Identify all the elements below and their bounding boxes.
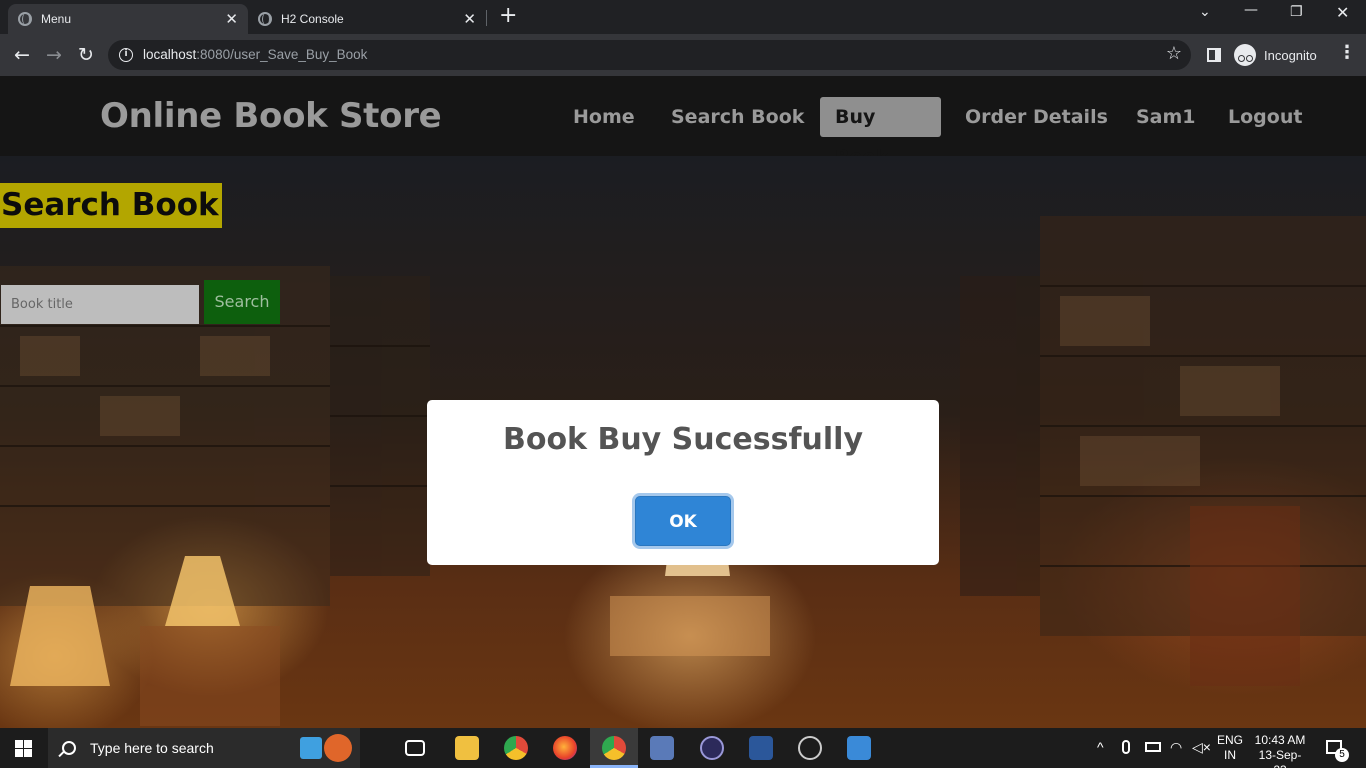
- back-arrow-icon[interactable]: ←: [9, 42, 35, 68]
- word-icon[interactable]: [749, 736, 773, 760]
- browser-toolbar: ← → ↻ i localhost:8080/user_Save_Buy_Boo…: [0, 34, 1366, 76]
- nav-logout[interactable]: Logout: [1213, 97, 1317, 137]
- nav-buy-book[interactable]: Buy Book: [820, 97, 941, 168]
- file-explorer-icon[interactable]: [455, 736, 479, 760]
- browser-tab-strip: Menu ✕ H2 Console ✕ + ⌄ — ❐ ✕: [0, 0, 1366, 34]
- firefox-icon[interactable]: [553, 736, 577, 760]
- ok-button[interactable]: OK: [635, 496, 731, 546]
- obs-icon[interactable]: [798, 736, 822, 760]
- url-path: :8080/user_Save_Buy_Book: [196, 47, 368, 62]
- close-icon[interactable]: ✕: [463, 12, 476, 27]
- profile-label: Incognito: [1264, 47, 1317, 63]
- nav-search-book[interactable]: Search Book: [656, 97, 819, 137]
- search-button[interactable]: Search: [204, 280, 280, 324]
- clock[interactable]: 10:43 AM 13-Sep-23: [1252, 733, 1308, 768]
- close-icon[interactable]: ✕: [225, 12, 238, 27]
- region-code: IN: [1224, 748, 1236, 762]
- bookmark-star-icon[interactable]: ☆: [1166, 43, 1182, 64]
- site-info-icon[interactable]: i: [119, 48, 133, 62]
- language-indicator[interactable]: ENG IN: [1217, 733, 1243, 768]
- globe-icon: [18, 12, 32, 26]
- chevron-down-icon[interactable]: ⌄: [1199, 4, 1211, 20]
- nav-home[interactable]: Home: [558, 97, 650, 137]
- web-page: Online Book Store Home Search Book Buy B…: [0, 76, 1366, 728]
- chrome-icon[interactable]: [504, 736, 528, 760]
- success-dialog: Book Buy Sucessfully OK: [427, 400, 939, 565]
- microphone-icon[interactable]: [1122, 740, 1130, 754]
- site-brand: Online Book Store: [100, 96, 442, 136]
- url-text: localhost:8080/user_Save_Buy_Book: [143, 47, 367, 62]
- photos-icon[interactable]: [847, 736, 871, 760]
- search-highlight-icon: [300, 737, 322, 759]
- search-icon: [62, 741, 76, 755]
- more-menu-icon[interactable]: ⋮: [1338, 42, 1356, 63]
- nav-user[interactable]: Sam1: [1121, 97, 1211, 137]
- forward-arrow-icon[interactable]: →: [41, 42, 67, 68]
- tab-title: H2 Console: [281, 12, 344, 26]
- tab-divider: [486, 10, 487, 26]
- battery-icon[interactable]: [1145, 742, 1161, 752]
- book-title-input[interactable]: [1, 285, 199, 324]
- tab-title: Menu: [41, 12, 72, 26]
- new-tab-icon[interactable]: +: [499, 5, 517, 27]
- dialog-message: Book Buy Sucessfully: [502, 422, 864, 457]
- language-code: ENG: [1217, 733, 1244, 747]
- eclipse-icon[interactable]: [700, 736, 724, 760]
- restore-icon[interactable]: ❐: [1290, 4, 1303, 20]
- network-app-icon[interactable]: [650, 736, 674, 760]
- address-bar[interactable]: i localhost:8080/user_Save_Buy_Book ☆: [108, 40, 1191, 70]
- library-background: Search Book Search Book Buy Sucessfully …: [0, 156, 1366, 728]
- task-view-icon[interactable]: [405, 740, 425, 756]
- tab-menu[interactable]: Menu ✕: [8, 4, 248, 34]
- globe-icon: [258, 12, 272, 26]
- incognito-icon: [1234, 44, 1256, 66]
- window-close-icon[interactable]: ✕: [1336, 3, 1349, 22]
- search-book-heading: Search Book: [0, 183, 222, 228]
- volume-muted-icon[interactable]: ◁×: [1192, 739, 1211, 768]
- nav-order-details[interactable]: Order Details: [950, 97, 1123, 137]
- windows-start-icon[interactable]: [15, 740, 32, 757]
- taskbar-search-box[interactable]: Type here to search: [48, 728, 360, 768]
- clock-date: 13-Sep-23: [1258, 748, 1302, 768]
- tab-h2-console[interactable]: H2 Console ✕: [248, 4, 486, 34]
- reload-icon[interactable]: ↻: [73, 42, 99, 68]
- notification-count: 5: [1335, 748, 1349, 762]
- chevron-up-icon[interactable]: ^: [1097, 739, 1104, 768]
- taskbar-search-placeholder: Type here to search: [90, 740, 214, 756]
- minimize-icon[interactable]: —: [1244, 2, 1258, 18]
- clock-time: 10:43 AM: [1254, 733, 1306, 747]
- chrome-incognito-icon[interactable]: [602, 736, 626, 760]
- side-panel-icon[interactable]: [1207, 48, 1221, 62]
- site-header: Online Book Store Home Search Book Buy B…: [0, 76, 1366, 168]
- url-host: localhost: [143, 47, 197, 62]
- basketball-icon: [324, 734, 352, 762]
- incognito-profile[interactable]: Incognito: [1234, 43, 1317, 67]
- wifi-icon[interactable]: ◠: [1170, 739, 1182, 768]
- windows-taskbar: Type here to search ^ ◠ ◁× ENG IN 10:43 …: [0, 728, 1366, 768]
